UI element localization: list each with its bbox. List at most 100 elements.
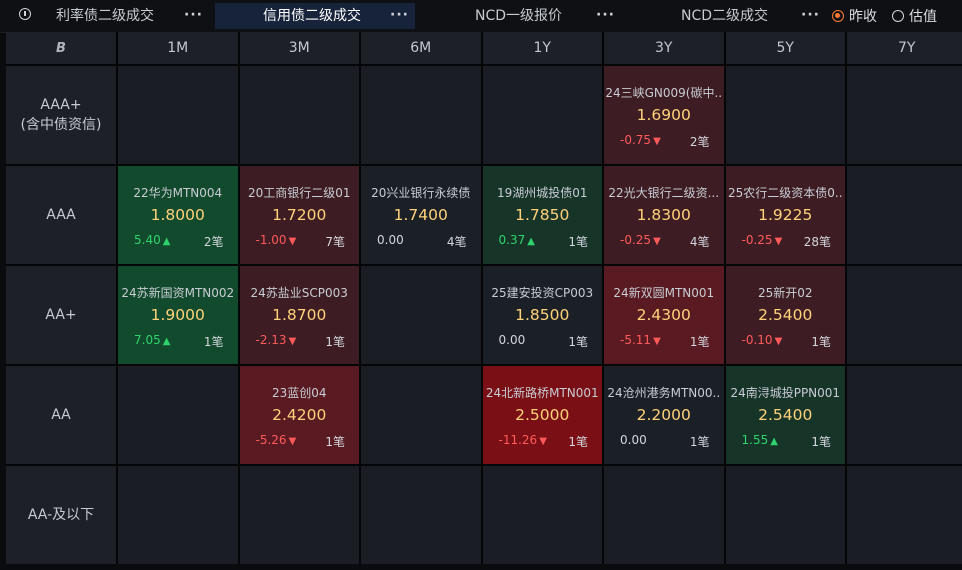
more-icon[interactable]: ··· xyxy=(390,3,409,29)
more-icon[interactable]: ··· xyxy=(801,3,820,29)
row-header: AA-及以下 xyxy=(6,466,116,564)
tab-label: NCD一级报价 xyxy=(475,8,563,24)
bond-change-value: -5.26 xyxy=(255,433,287,447)
radio-prev-close[interactable]: 昨收 xyxy=(832,3,877,29)
bond-yield: 1.7850 xyxy=(515,206,570,224)
bond-change: 0.00 xyxy=(620,433,647,447)
bond-yield: 1.8300 xyxy=(636,206,691,224)
bond-yield: 1.9225 xyxy=(758,206,813,224)
bond-name: 25农行二级资本债0.. xyxy=(727,186,843,200)
bond-card[interactable]: 24新双圆MTN001 2.4300 -5.11 ▼ 1笔 xyxy=(604,266,724,364)
bond-change-value: 0.37 xyxy=(498,233,526,247)
tab-label: NCD二级成交 xyxy=(681,8,769,24)
tab-ncd-primary-quote[interactable]: NCD一级报价 ··· xyxy=(420,3,625,29)
trade-count: 1笔 xyxy=(568,235,588,249)
bond-name: 24三峡GN009(碳中.. xyxy=(605,86,723,100)
bond-card[interactable]: 24南浔城投PPN001 2.5400 1.55 ▲ 1笔 xyxy=(725,366,845,464)
bond-card[interactable]: 24苏盐业SCP003 1.8700 -2.13 ▼ 1笔 xyxy=(239,266,359,364)
bond-card[interactable]: 24沧州港务MTN00.. 2.2000 0.00 1笔 xyxy=(604,366,724,464)
bond-change-value: 7.05 xyxy=(134,333,161,347)
radio-selected-icon[interactable] xyxy=(832,10,844,22)
bond-change-value: -1.00 xyxy=(255,233,287,247)
row-header-sublabel: (含中债资信) xyxy=(20,117,102,133)
bond-yield: 1.8500 xyxy=(515,306,570,324)
column-header-5y: 5Y xyxy=(725,32,845,64)
more-icon[interactable]: ··· xyxy=(184,3,203,29)
arrow-down-icon: ▼ xyxy=(539,436,547,447)
trade-count: 1笔 xyxy=(568,435,588,449)
bond-change: -11.26 ▼ xyxy=(499,433,547,447)
column-header-7y: 7Y xyxy=(847,32,962,64)
empty-cell xyxy=(482,66,602,164)
empty-cell xyxy=(482,466,602,564)
arrow-down-icon: ▼ xyxy=(288,436,297,447)
bond-change: 0.00 xyxy=(377,233,404,247)
bond-yield: 2.5400 xyxy=(758,306,813,324)
bond-name: 24苏新国资MTN002 xyxy=(121,286,235,300)
arrow-up-icon: ▲ xyxy=(162,336,171,347)
tab-rates-bond-secondary[interactable]: 利率债二级成交 ··· xyxy=(0,3,210,29)
empty-cell xyxy=(118,66,238,164)
bond-yield: 2.4200 xyxy=(272,406,327,424)
empty-cell xyxy=(847,66,962,164)
trade-count: 1笔 xyxy=(811,335,831,349)
radio-label-prev-close: 昨收 xyxy=(849,9,877,25)
bond-card[interactable]: 25建安投资CP003 1.8500 0.00 1笔 xyxy=(482,266,602,364)
trade-count: 4笔 xyxy=(689,235,710,249)
column-header-3m: 3M xyxy=(239,32,359,64)
bond-name: 24南浔城投PPN001 xyxy=(730,386,841,400)
arrow-down-icon: ▼ xyxy=(774,336,783,347)
bond-change: -1.00 ▼ xyxy=(256,233,297,247)
bond-change-value: -0.10 xyxy=(741,333,773,347)
trade-count: 1笔 xyxy=(689,335,710,349)
bond-card[interactable]: 22华为MTN004 1.8000 5.40 ▲ 2笔 xyxy=(118,166,238,264)
bond-yield: 1.9000 xyxy=(150,306,205,324)
trade-count: 4笔 xyxy=(446,235,467,249)
empty-cell xyxy=(361,366,481,464)
bond-change-value: 0.00 xyxy=(620,433,647,447)
bond-card[interactable]: 24苏新国资MTN002 1.9000 7.05 ▲ 1笔 xyxy=(118,266,238,364)
bond-name: 20兴业银行永续债 xyxy=(371,186,471,200)
bond-card[interactable]: 23蓝创04 2.4200 -5.26 ▼ 1笔 xyxy=(239,366,359,464)
radio-valuation[interactable]: 估值 xyxy=(892,3,937,29)
bond-card[interactable]: 20工商银行二级01 1.7200 -1.00 ▼ 7笔 xyxy=(239,166,359,264)
bond-card[interactable]: 24北新路桥MTN001 2.5000 -11.26 ▼ 1笔 xyxy=(482,366,602,464)
bond-card[interactable]: 25农行二级资本债0.. 1.9225 -0.25 ▼ 28笔 xyxy=(725,166,845,264)
bond-card[interactable]: 24三峡GN009(碳中.. 1.6900 -0.75 ▼ 2笔 xyxy=(604,66,724,164)
column-header-3y: 3Y xyxy=(604,32,724,64)
row-header-label: AA-及以下 xyxy=(27,507,95,523)
tab-ncd-secondary[interactable]: NCD二级成交 ··· xyxy=(630,3,820,29)
row-header-label: AA+ xyxy=(45,307,77,323)
bond-card[interactable]: 19湖州城投债01 1.7850 0.37 ▲ 1笔 xyxy=(482,166,602,264)
bond-change: -0.25 ▼ xyxy=(742,233,783,247)
more-icon[interactable]: ··· xyxy=(596,3,615,29)
bond-name: 24北新路桥MTN001 xyxy=(485,386,599,400)
trade-count: 1笔 xyxy=(689,435,710,449)
empty-cell xyxy=(118,366,238,464)
bond-name: 22光大银行二级资... xyxy=(608,186,720,200)
radio-unselected-icon[interactable] xyxy=(892,10,904,22)
empty-cell xyxy=(604,466,724,564)
trade-count: 1笔 xyxy=(811,435,831,449)
row-header-label: AA xyxy=(51,407,71,423)
bond-change: -2.13 ▼ xyxy=(256,333,297,347)
arrow-up-icon: ▲ xyxy=(770,436,778,447)
bond-change: -0.25 ▼ xyxy=(620,233,661,247)
arrow-up-icon: ▲ xyxy=(527,236,535,247)
empty-cell xyxy=(725,66,845,164)
bond-yield: 1.7200 xyxy=(272,206,327,224)
trade-count: 1笔 xyxy=(568,335,588,349)
bond-change-value: 1.55 xyxy=(741,433,769,447)
bond-card[interactable]: 20兴业银行永续债 1.7400 0.00 4笔 xyxy=(361,166,481,264)
bond-card[interactable]: 25新开02 2.5400 -0.10 ▼ 1笔 xyxy=(725,266,845,364)
trade-count: 28笔 xyxy=(803,235,831,249)
tab-credit-bond-secondary[interactable]: 信用债二级成交 ··· xyxy=(215,3,415,29)
bond-change-value: -0.25 xyxy=(620,233,652,247)
bond-change-value: -11.26 xyxy=(498,433,538,447)
empty-cell xyxy=(361,266,481,364)
row-header: AAA+ (含中债资信) xyxy=(6,66,116,164)
row-header: AAA xyxy=(6,166,116,264)
trade-count: 7笔 xyxy=(325,235,345,249)
bond-change-value: -2.13 xyxy=(255,333,287,347)
bond-card[interactable]: 22光大银行二级资... 1.8300 -0.25 ▼ 4笔 xyxy=(604,166,724,264)
